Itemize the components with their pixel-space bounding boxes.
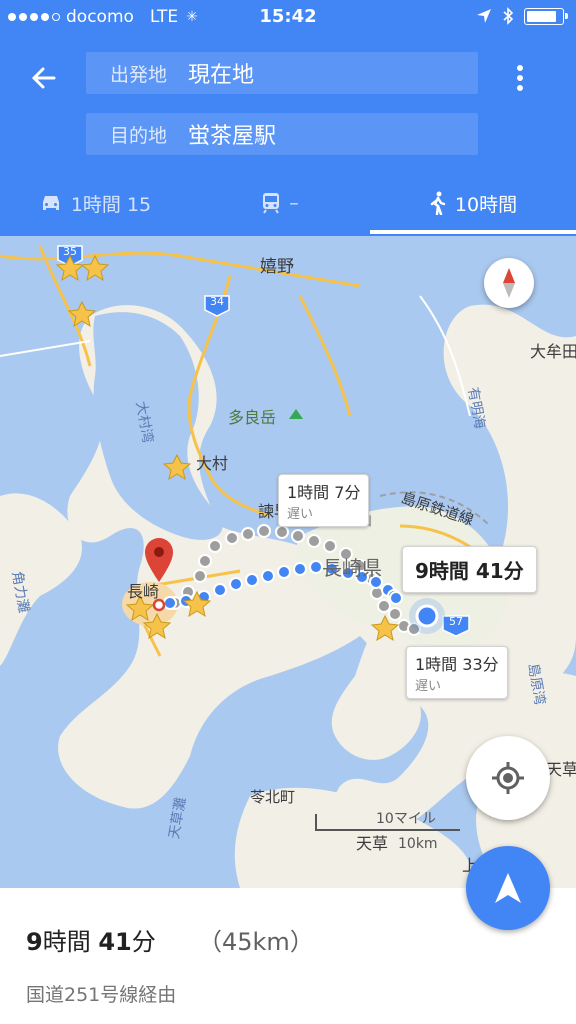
directions-header: 出発地 現在地 目的地 蛍茶屋駅 1時間 15 – 10時間 [0, 36, 576, 236]
destination-label: 目的地 [110, 124, 168, 147]
alt-route-1-time: 1時間 7分 [287, 483, 361, 502]
route-57-label: 57 [449, 615, 463, 628]
crosshair-icon [492, 762, 524, 794]
alternate-route-2-bubble[interactable]: 1時間 33分 遅い [406, 646, 508, 699]
route-duration: 9時間 41分 [26, 922, 156, 957]
tab-walk[interactable]: 10時間 [370, 178, 576, 228]
duration-minutes: 41 [98, 928, 132, 956]
walking-icon [430, 191, 446, 215]
route-via: 国道251号線経由 [26, 984, 177, 1006]
selected-route-bubble[interactable]: 9時間 41分 [402, 546, 537, 593]
more-options-icon[interactable] [500, 58, 540, 98]
place-tara: 多良岳 [228, 408, 277, 427]
status-right [476, 7, 568, 25]
compass-icon [503, 268, 515, 298]
map-view[interactable]: 嬉野 多良岳 大村 大村湾 諫早 雲仙 長崎県 長崎 島原鉄道線 有明海 大牟田… [0, 236, 576, 888]
tab-transit-label: – [289, 192, 299, 214]
compass-button[interactable] [484, 258, 534, 308]
location-arrow-icon [477, 9, 491, 23]
alt-route-2-time: 1時間 33分 [415, 655, 499, 674]
scale-miles: 10マイル [376, 811, 436, 827]
place-amakusa-right: 天草 [546, 760, 576, 779]
alternate-route-1-bubble[interactable]: 1時間 7分 遅い [278, 474, 370, 527]
selected-tab-indicator [370, 230, 576, 234]
battery-icon [524, 7, 568, 25]
status-bar: docomo LTE ✳ 15:42 [0, 0, 576, 36]
place-nagasaki: 長崎 [127, 582, 160, 601]
train-icon [263, 193, 280, 214]
scale-km: 10km [398, 836, 438, 852]
origin-label: 出発地 [110, 63, 168, 86]
place-omuta: 大牟田 [530, 342, 576, 361]
current-location-dot [409, 598, 445, 634]
duration-hours: 9 [26, 928, 43, 956]
start-navigation-button[interactable] [466, 846, 550, 930]
destination-field[interactable]: 目的地 蛍茶屋駅 [86, 113, 478, 155]
navigation-arrow-icon [495, 873, 521, 903]
route-35-label: 35 [63, 245, 77, 258]
place-amakusa: 天草 [356, 834, 389, 853]
tab-drive-label: 1時間 15 [70, 193, 152, 216]
origin-field[interactable]: 出発地 現在地 [86, 52, 478, 94]
duration-minutes-unit: 分 [131, 928, 156, 956]
place-nagasaki-pref: 長崎県 [322, 556, 382, 580]
place-ureshino: 嬉野 [260, 257, 294, 277]
tab-walk-label: 10時間 [454, 193, 518, 216]
route-34-label: 34 [210, 295, 224, 308]
destination-value: 蛍茶屋駅 [188, 124, 277, 149]
my-location-button[interactable] [466, 736, 550, 820]
duration-hours-unit: 時間 [42, 928, 91, 956]
place-omura: 大村 [196, 454, 229, 473]
alt-route-2-note: 遅い [415, 679, 442, 694]
tab-transit[interactable]: – [190, 178, 370, 228]
back-arrow-icon[interactable] [24, 58, 64, 98]
alt-route-1-note: 遅い [287, 507, 314, 522]
bluetooth-icon [503, 7, 514, 25]
origin-value: 現在地 [188, 63, 255, 88]
tab-drive[interactable]: 1時間 15 [0, 178, 190, 228]
route-distance: （45km） [198, 928, 314, 956]
car-icon [42, 196, 59, 210]
place-reihoku: 苓北町 [250, 788, 296, 806]
